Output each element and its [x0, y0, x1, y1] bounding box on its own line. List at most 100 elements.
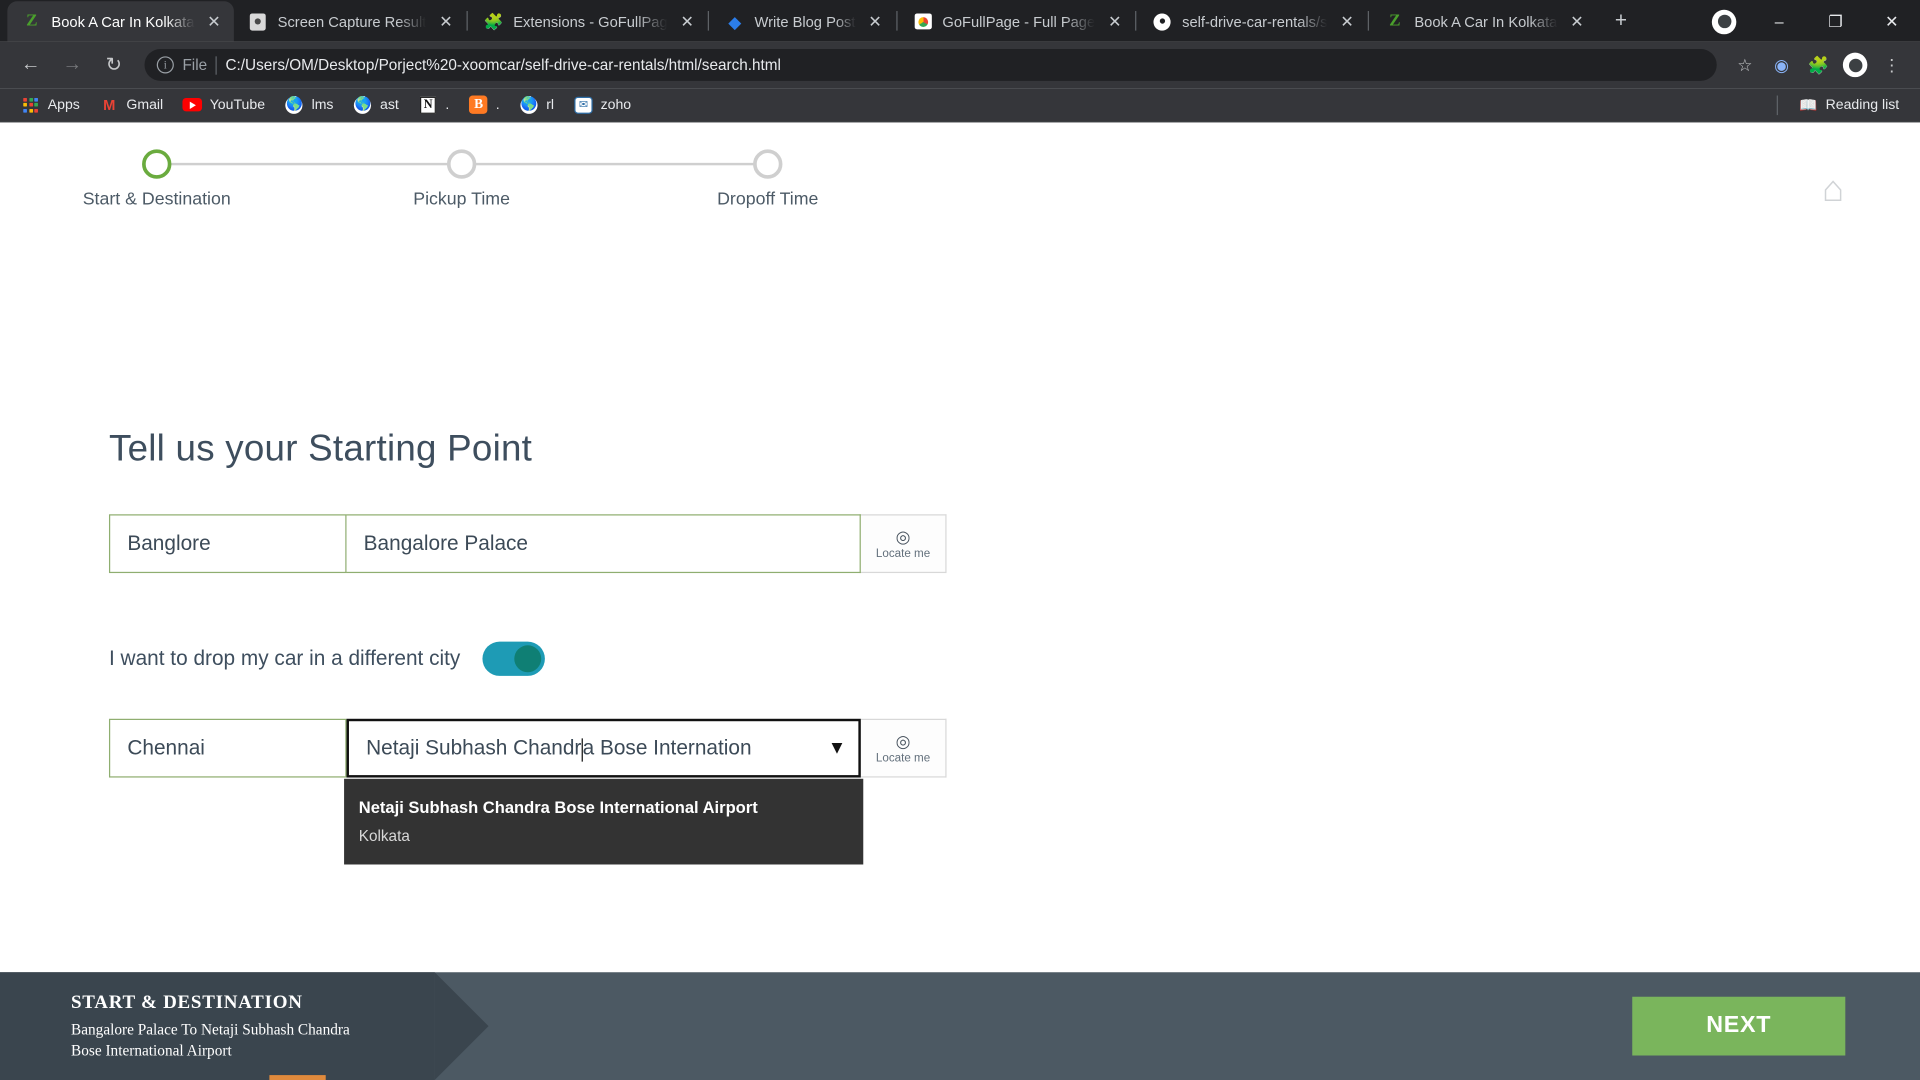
back-button[interactable]: ← — [12, 47, 49, 84]
footer-summary-title: START & DESTINATION — [71, 991, 303, 1013]
text-caret — [581, 737, 583, 762]
extensions-puzzle-icon[interactable]: 🧩 — [1802, 49, 1834, 81]
dropoff-place-text-tail: a Bose Internation — [582, 735, 752, 760]
tab-divider — [707, 11, 710, 31]
diamond-icon: ◆ — [728, 11, 742, 32]
locate-me-label: Locate me — [875, 751, 931, 765]
url-text: C:/Users/OM/Desktop/Porject%20-xoomcar/s… — [225, 56, 781, 74]
footer-summary-subtitle: Bangalore Palace To Netaji Subhash Chand… — [71, 1020, 350, 1059]
step-start-destination[interactable]: Start & Destination — [34, 149, 279, 209]
step-dot-icon — [142, 149, 172, 179]
maximize-button[interactable]: ❐ — [1807, 1, 1863, 41]
autocomplete-option-title: Netaji Subhash Chandra Bose Internationa… — [358, 798, 758, 817]
tab-divider — [1135, 11, 1137, 31]
browser-tab-7[interactable]: Z Book A Car In Kolkata ✕ — [1370, 1, 1596, 41]
next-button[interactable]: NEXT — [1632, 996, 1846, 1056]
reading-list-label: Reading list — [1825, 97, 1900, 113]
bookmark-notion[interactable]: N . — [410, 91, 458, 118]
tab-title: Book A Car In Kolkata — [1414, 12, 1558, 31]
bookmark-label: lms — [311, 97, 334, 113]
chrome-store-icon — [913, 12, 933, 32]
tab-close-icon[interactable]: ✕ — [436, 12, 456, 32]
page-content: Start & Destination Pickup Time Dropoff … — [0, 122, 1920, 1080]
apps-grid-icon — [21, 95, 41, 115]
browser-tab-2[interactable]: Screen Capture Result ✕ — [234, 1, 466, 41]
locate-me-label: Locate me — [875, 546, 931, 561]
step-dot-icon — [753, 149, 783, 179]
dropoff-locate-me-button[interactable]: ◎ Locate me — [860, 718, 947, 778]
url-scheme-label: File — [182, 56, 208, 74]
globe-icon: 🌎 — [520, 96, 538, 114]
minimize-button[interactable]: – — [1751, 1, 1807, 41]
omnibox-divider — [215, 55, 217, 75]
tab-title: Screen Capture Result — [277, 12, 427, 31]
tab-title: Write Blog Post — [754, 12, 856, 31]
step-label: Start & Destination — [82, 189, 231, 210]
pickup-city-input[interactable]: Banglore — [108, 514, 347, 574]
pickup-locate-me-button[interactable]: ◎ Locate me — [860, 514, 947, 574]
different-city-label: I want to drop my car in a different cit… — [108, 646, 461, 670]
bookmark-label: . — [495, 97, 500, 113]
crosshair-icon: ◎ — [895, 730, 911, 751]
scroll-indicator[interactable] — [269, 1075, 326, 1080]
reading-list-button[interactable]: 📖 Reading list — [1790, 91, 1908, 118]
step-label: Pickup Time — [413, 189, 510, 210]
bookmark-blogger[interactable]: B . — [460, 91, 508, 118]
page-info-icon[interactable]: i — [156, 56, 174, 74]
tab-close-icon[interactable]: ✕ — [204, 12, 224, 32]
blogger-icon: B — [469, 95, 489, 115]
tab-title: self-drive-car-rentals/s — [1182, 12, 1328, 31]
browser-tab-3[interactable]: 🧩 Extensions - GoFullPag ✕ — [469, 1, 707, 41]
bookmark-zoho[interactable]: ✉ zoho — [565, 91, 640, 118]
autocomplete-option[interactable]: Netaji Subhash Chandra Bose Internationa… — [344, 796, 863, 845]
extension-gofullpage-icon[interactable]: ◉ — [1766, 49, 1798, 81]
dropoff-location-row: Chennai Netaji Subhash Chandr a Bose Inte… — [108, 718, 947, 778]
profile-avatar[interactable] — [1711, 9, 1737, 34]
tab-divider — [466, 11, 468, 31]
bookmark-lms[interactable]: 🌎 lms — [276, 91, 342, 118]
address-bar[interactable]: i File C:/Users/OM/Desktop/Porject%20-xo… — [144, 48, 1717, 81]
tab-close-icon[interactable]: ✕ — [677, 12, 697, 32]
dropoff-place-input[interactable]: Netaji Subhash Chandr a Bose Internation … — [346, 718, 861, 778]
browser-tab-1[interactable]: Z Book A Car In Kolkata ✕ — [7, 1, 234, 42]
close-window-button[interactable]: ✕ — [1864, 1, 1920, 41]
tab-close-icon[interactable]: ✕ — [1337, 12, 1357, 32]
profile-icon[interactable] — [1839, 49, 1871, 81]
bookmark-rl[interactable]: 🌎 rl — [511, 91, 563, 118]
browser-tab-4[interactable]: ◆ Write Blog Post ✕ — [710, 1, 894, 41]
forward-button[interactable]: → — [54, 47, 91, 84]
browser-toolbar: ← → ↻ i File C:/Users/OM/Desktop/Porject… — [0, 41, 1920, 89]
chevron-down-icon[interactable]: ▼ — [828, 738, 846, 759]
browser-tab-6[interactable]: ● self-drive-car-rentals/s ✕ — [1138, 1, 1367, 41]
new-tab-button[interactable]: + — [1604, 4, 1638, 38]
globe-icon: 🌎 — [354, 96, 372, 114]
crosshair-icon: ◎ — [895, 525, 911, 546]
step-label: Dropoff Time — [717, 189, 819, 210]
step-dot-icon — [446, 149, 477, 179]
booking-stepper: Start & Destination Pickup Time Dropoff … — [0, 149, 1920, 240]
browser-tab-5[interactable]: GoFullPage - Full Page ✕ — [898, 1, 1134, 41]
dropoff-city-input[interactable]: Chennai — [108, 718, 347, 778]
notion-icon: N — [418, 95, 438, 115]
bookmark-star-icon[interactable]: ☆ — [1729, 49, 1761, 81]
youtube-icon — [182, 95, 203, 115]
browser-window: Z Book A Car In Kolkata ✕ Screen Capture… — [0, 0, 1920, 1080]
home-icon[interactable]: ⌂ — [1822, 171, 1844, 208]
different-city-toggle[interactable] — [482, 641, 545, 676]
pickup-location-row: Banglore Bangalore Palace ◎ Locate me — [108, 514, 947, 574]
bookmark-gmail[interactable]: M Gmail — [91, 91, 172, 118]
bookmark-ast[interactable]: 🌎 ast — [345, 91, 408, 118]
reload-button[interactable]: ↻ — [96, 47, 133, 84]
tab-close-icon[interactable]: ✕ — [1105, 12, 1125, 32]
pickup-place-input[interactable]: Bangalore Palace — [346, 514, 861, 574]
zoho-icon: ✉ — [574, 95, 594, 115]
bookmark-apps[interactable]: Apps — [12, 91, 88, 118]
step-pickup-time[interactable]: Pickup Time — [339, 149, 584, 209]
step-dropoff-time[interactable]: Dropoff Time — [645, 149, 890, 209]
tab-close-icon[interactable]: ✕ — [1567, 12, 1587, 32]
bookmark-label: rl — [546, 97, 555, 113]
chrome-menu-icon[interactable]: ⋮ — [1876, 49, 1908, 81]
tab-close-icon[interactable]: ✕ — [865, 12, 885, 32]
bookmark-youtube[interactable]: YouTube — [174, 91, 273, 118]
puzzle-icon: 🧩 — [483, 12, 504, 31]
